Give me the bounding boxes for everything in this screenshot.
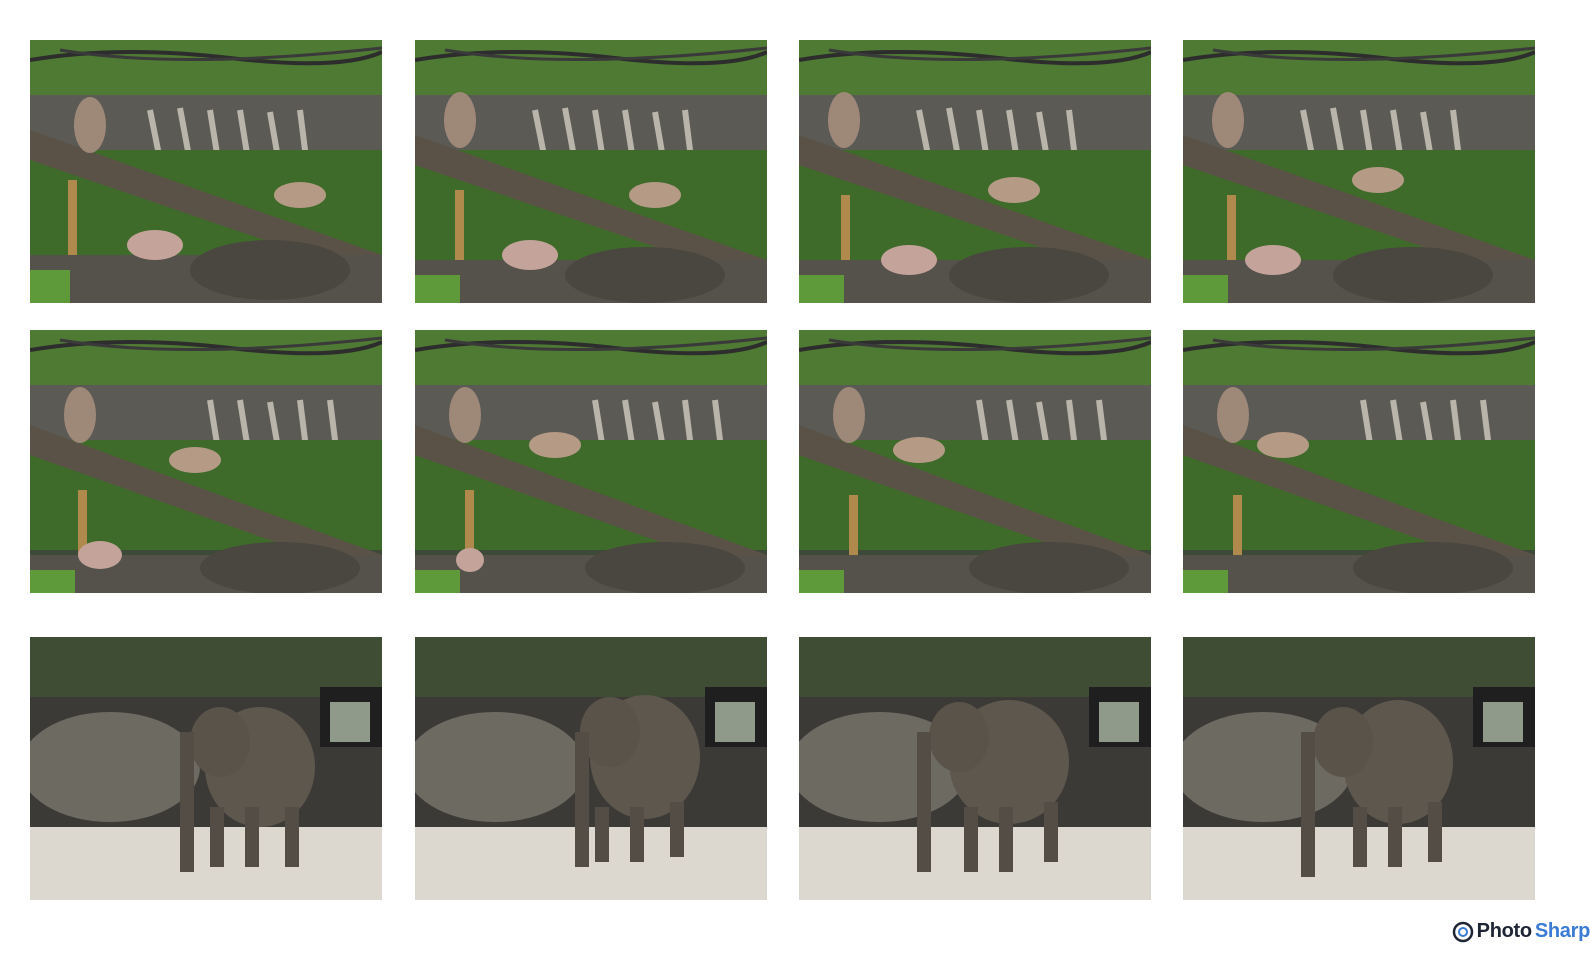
photo-monkeys-r2-c3	[799, 330, 1151, 593]
watermark-brand-sharp: Sharp	[1534, 920, 1590, 942]
photo-monkeys-r1-c3	[799, 40, 1151, 303]
photo-monkeys-r2-c1	[30, 330, 382, 593]
photo-elephant-c3	[799, 637, 1151, 900]
photo-monkeys-r2-c4	[1183, 330, 1535, 593]
photo-elephant-c1	[30, 637, 382, 900]
photosharp-logo-icon	[1452, 921, 1473, 942]
watermark-brand-photo: Photo	[1476, 920, 1532, 942]
photo-elephant-c4	[1183, 637, 1535, 900]
photo-monkeys-r1-c2	[415, 40, 767, 303]
photo-monkeys-r2-c2	[415, 330, 767, 593]
photo-elephant-c2	[415, 637, 767, 900]
photo-collage	[0, 0, 1590, 957]
photosharp-watermark: Photo Sharp	[1452, 920, 1590, 943]
photo-monkeys-r1-c4	[1183, 40, 1535, 303]
photo-monkeys-r1-c1	[30, 40, 382, 303]
